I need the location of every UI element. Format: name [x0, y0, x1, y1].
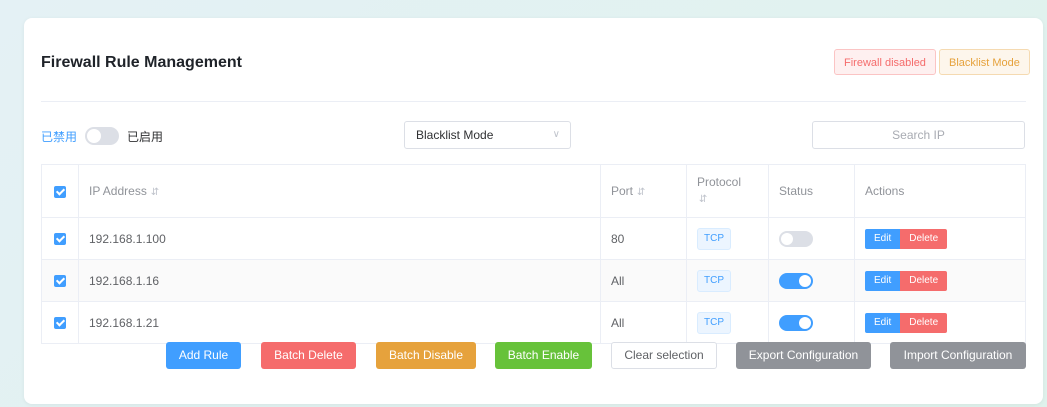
select-all-cell: [41, 164, 79, 218]
protocol-tag: TCP: [697, 227, 731, 250]
delete-button[interactable]: Delete: [900, 228, 948, 249]
sort-icon: ⇵: [150, 187, 160, 198]
port-cell: 80: [600, 217, 687, 260]
sort-icon: ⇵: [637, 187, 646, 198]
table-header-row: IP Address ⇵ Port ⇵ Protocol ⇵ Status Actio…: [41, 164, 1026, 218]
firewall-toggle-group: 已禁用 已启用: [41, 125, 163, 147]
mode-select-value: Blacklist Mode: [416, 128, 494, 142]
table-row: 192.168.1.100 80 TCP Edit Delete: [41, 217, 1026, 260]
col-port[interactable]: Port ⇵: [600, 164, 687, 218]
select-all-checkbox[interactable]: [54, 185, 66, 198]
export-configuration-button[interactable]: Export Configuration: [736, 342, 871, 369]
status-toggle[interactable]: [779, 230, 813, 247]
edit-button[interactable]: Edit: [865, 228, 901, 249]
batch-disable-button[interactable]: Batch Disable: [376, 342, 476, 369]
status-toggle[interactable]: [779, 314, 813, 331]
import-configuration-button[interactable]: Import Configuration: [890, 342, 1026, 369]
batch-enable-button[interactable]: Batch Enable: [495, 342, 592, 369]
ip-cell: 192.168.1.21: [78, 301, 601, 344]
add-rule-button[interactable]: Add Rule: [166, 342, 241, 369]
edit-button[interactable]: Edit: [865, 312, 901, 333]
delete-button[interactable]: Delete: [900, 270, 948, 291]
row-checkbox[interactable]: [54, 275, 66, 288]
ip-cell: 192.168.1.16: [78, 259, 601, 302]
sort-icon: ⇵: [699, 194, 708, 205]
table-row: 192.168.1.16 All TCP Edit Delete: [41, 259, 1026, 302]
batch-delete-button[interactable]: Batch Delete: [261, 342, 356, 369]
row-checkbox[interactable]: [54, 233, 66, 246]
col-protocol[interactable]: Protocol ⇵: [686, 164, 769, 218]
firewall-enable-switch[interactable]: [85, 127, 120, 145]
clear-selection-button[interactable]: Clear selection: [611, 342, 717, 369]
table-row: 192.168.1.21 All TCP Edit Delete: [41, 301, 1026, 344]
ip-cell: 192.168.1.100: [78, 217, 601, 260]
delete-button[interactable]: Delete: [900, 312, 948, 333]
protocol-tag: TCP: [697, 311, 731, 334]
mode-select[interactable]: Blacklist Mode ∨: [404, 121, 571, 149]
chevron-down-icon: ∨: [552, 129, 560, 140]
status-toggle[interactable]: [779, 272, 813, 289]
firewall-status-badge: Firewall disabled: [834, 49, 936, 75]
col-actions: Actions: [854, 164, 1026, 218]
page-title: Firewall Rule Management: [41, 54, 242, 71]
rules-table: IP Address ⇵ Port ⇵ Protocol ⇵ Status Actio…: [41, 164, 1026, 344]
col-status: Status: [768, 164, 855, 218]
mode-badge: Blacklist Mode: [939, 49, 1030, 75]
protocol-tag: TCP: [697, 269, 731, 292]
switch-off-label: 已禁用: [41, 129, 78, 144]
switch-on-label: 已启用: [127, 129, 164, 144]
search-input[interactable]: Search IP: [812, 121, 1025, 149]
col-ip-address[interactable]: IP Address ⇵: [78, 164, 601, 218]
row-checkbox[interactable]: [54, 317, 66, 330]
edit-button[interactable]: Edit: [865, 270, 901, 291]
header-divider: [41, 101, 1026, 102]
port-cell: All: [600, 301, 687, 344]
switch-knob: [87, 129, 102, 143]
port-cell: All: [600, 259, 687, 302]
